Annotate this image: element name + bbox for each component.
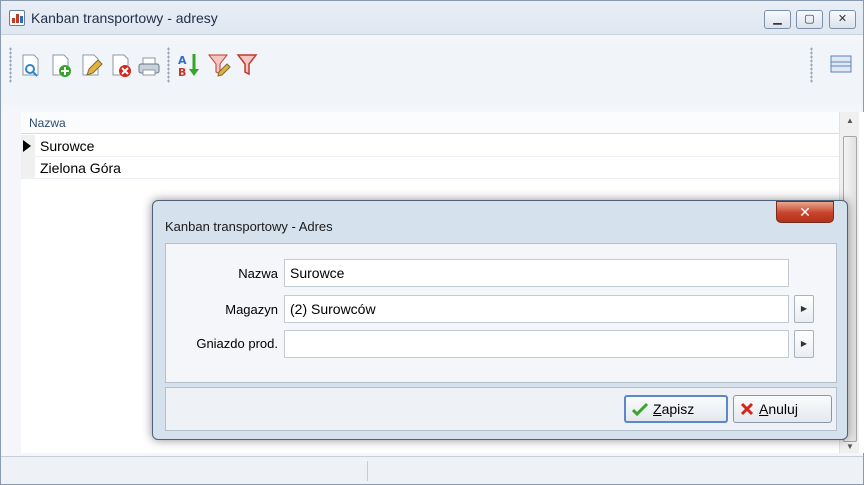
row-selector[interactable]	[21, 157, 35, 178]
row-name: Zielona Góra	[40, 160, 121, 176]
table-row[interactable]: Surowce	[21, 135, 843, 157]
dialog-title: Kanban transportowy - Adres	[165, 219, 333, 234]
close-window-button[interactable]: ✕	[829, 10, 856, 29]
filter-icon[interactable]	[235, 49, 259, 79]
print-icon[interactable]	[137, 49, 161, 79]
maximize-button[interactable]: ▢	[796, 10, 823, 29]
delete-icon[interactable]	[109, 49, 133, 79]
add-icon[interactable]	[49, 49, 73, 79]
label-gniazdo: Gniazdo prod.	[196, 336, 278, 351]
gniazdo-picker-button[interactable]: ▶	[794, 330, 814, 358]
sort-az-icon[interactable]: AB	[177, 49, 201, 79]
check-icon	[632, 402, 648, 416]
minimize-button[interactable]: ▁	[764, 10, 791, 29]
edit-icon[interactable]	[79, 49, 103, 79]
toolbar-grip-right[interactable]	[810, 47, 813, 83]
preview-icon[interactable]	[19, 49, 43, 79]
toolbar-grip[interactable]	[9, 47, 12, 83]
toolbar: AB	[1, 41, 863, 105]
grid-header[interactable]: Nazwa	[21, 112, 843, 134]
filter-edit-icon[interactable]	[207, 49, 231, 79]
magazyn-field[interactable]: (2) Surowców	[284, 295, 789, 323]
nazwa-field[interactable]: Surowce	[284, 259, 789, 287]
svg-text:B: B	[178, 66, 186, 79]
row-selector[interactable]	[21, 135, 35, 156]
status-divider	[367, 461, 368, 481]
dialog-footer: Zapisz Anuluj	[165, 387, 837, 431]
row-name: Surowce	[40, 138, 95, 154]
magazyn-picker-button[interactable]: ▶	[794, 295, 814, 323]
window-title: Kanban transportowy - adresy	[31, 10, 218, 26]
gniazdo-field[interactable]	[284, 330, 789, 358]
layout-icon[interactable]	[829, 49, 853, 79]
dialog-close-button[interactable]: ✕	[776, 201, 834, 223]
dialog-form: Nazwa Surowce Magazyn (2) Surowców ▶ Gni…	[165, 243, 837, 383]
column-header-nazwa[interactable]: Nazwa	[29, 116, 66, 130]
address-dialog: Kanban transportowy - Adres ✕ Nazwa Suro…	[152, 200, 848, 440]
current-row-arrow-icon	[23, 140, 31, 152]
title-bar[interactable]: Kanban transportowy - adresy ▁ ▢ ✕	[1, 1, 863, 35]
table-row[interactable]: Zielona Góra	[21, 157, 843, 179]
save-button[interactable]: Zapisz	[624, 395, 728, 423]
scroll-up-icon[interactable]: ▲	[846, 116, 854, 125]
scroll-down-icon[interactable]: ▼	[846, 442, 854, 451]
toolbar-separator	[167, 47, 170, 83]
app-icon	[9, 10, 25, 26]
cancel-button[interactable]: Anuluj	[733, 395, 832, 423]
label-nazwa: Nazwa	[238, 266, 278, 281]
cross-icon	[740, 402, 754, 416]
status-bar	[1, 456, 863, 484]
save-button-label: Zapisz	[653, 401, 695, 417]
label-magazyn: Magazyn	[225, 302, 278, 317]
cancel-button-label: Anuluj	[759, 401, 798, 417]
